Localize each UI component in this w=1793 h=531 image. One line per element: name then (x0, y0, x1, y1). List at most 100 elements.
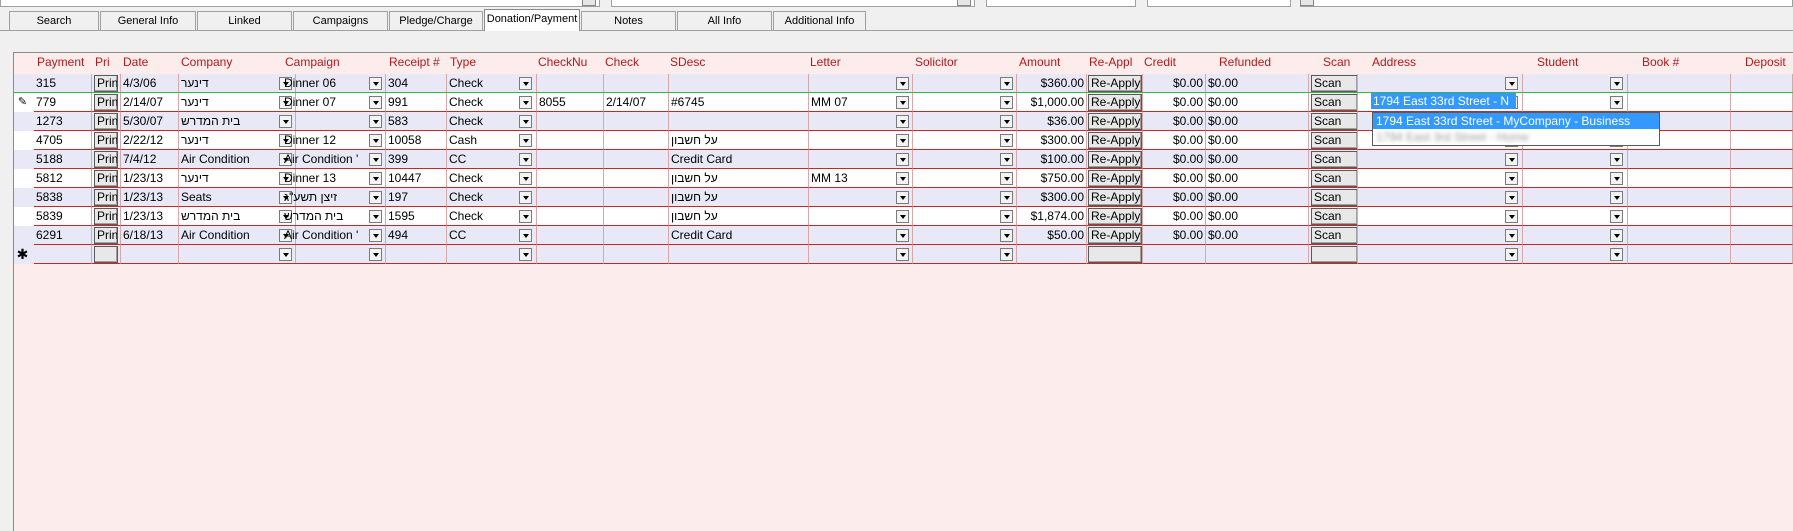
type-dropdown-icon[interactable] (519, 248, 532, 261)
cell-letter[interactable] (809, 207, 913, 226)
cell-campaign[interactable]: Dinner 12 (282, 131, 386, 150)
cell-solicitor[interactable] (913, 131, 1017, 150)
table-row[interactable]: 315 Prin 4/3/06 דינער Dinner 06 304 Chec… (14, 74, 1793, 93)
cell-campaign[interactable] (282, 112, 386, 131)
cell-receipt[interactable]: 583 (386, 112, 447, 131)
col-header-receipt[interactable]: Receipt # (389, 55, 449, 69)
cell-check[interactable] (604, 112, 669, 131)
cell-sdesc[interactable]: על חשבון (669, 188, 809, 207)
cell-letter[interactable] (809, 188, 913, 207)
cell-solicitor[interactable] (913, 74, 1017, 93)
cell-check[interactable]: 2/14/07 (604, 93, 669, 112)
type-dropdown-icon[interactable] (519, 191, 532, 204)
cell-payment[interactable]: 6291 (34, 226, 92, 245)
student-dropdown-icon[interactable] (1610, 172, 1623, 185)
campaign-dropdown-icon[interactable] (369, 210, 382, 223)
col-header-campaign[interactable]: Campaign (285, 55, 385, 69)
letter-dropdown-icon[interactable] (896, 115, 909, 128)
cell-credit[interactable]: $0.00 (1143, 93, 1206, 112)
cell-amount[interactable]: $1,000.00 (1017, 93, 1087, 112)
cell-checknum[interactable] (537, 207, 604, 226)
cell-campaign[interactable] (282, 245, 386, 264)
cell-campaign[interactable]: Dinner 07 (282, 93, 386, 112)
cell-payment[interactable]: 5838 (34, 188, 92, 207)
cell-date[interactable]: 2/22/12 (121, 131, 179, 150)
cell-receipt[interactable]: 1595 (386, 207, 447, 226)
cell-company[interactable]: בית המדרש (179, 207, 296, 226)
new-record-row[interactable]: ✱ (14, 245, 1793, 264)
scan-button[interactable]: Scan (1311, 94, 1357, 111)
cell-sdesc[interactable] (669, 245, 809, 264)
cell-student[interactable] (1523, 150, 1628, 169)
table-row[interactable]: 5838 Prin 1/23/13 Seats זיצן תשע"ג 197 C… (14, 188, 1793, 207)
campaign-dropdown-icon[interactable] (369, 191, 382, 204)
table-row[interactable]: 5839 Prin 1/23/13 בית המדרש בית המדרש 15… (14, 207, 1793, 226)
cell-receipt[interactable]: 10058 (386, 131, 447, 150)
cell-receipt[interactable]: 399 (386, 150, 447, 169)
print-button[interactable]: Prin (94, 132, 118, 149)
cell-solicitor[interactable] (913, 188, 1017, 207)
col-header-reapply[interactable]: Re-Appl (1089, 55, 1137, 69)
student-dropdown-icon[interactable] (1610, 248, 1623, 261)
cell-refunded[interactable]: $0.00 (1206, 207, 1309, 226)
type-dropdown-icon[interactable] (519, 229, 532, 242)
cell-credit[interactable]: $0.00 (1143, 131, 1206, 150)
type-dropdown-icon[interactable] (519, 134, 532, 147)
letter-dropdown-icon[interactable] (896, 191, 909, 204)
scan-button[interactable]: Scan (1311, 113, 1357, 130)
print-button[interactable]: Prin (94, 208, 118, 225)
print-button[interactable] (94, 246, 118, 263)
cell-type[interactable]: Cash (447, 131, 537, 150)
address-dropdown-list[interactable]: 1794 East 33rd Street - MyCompany - Busi… (1372, 112, 1660, 146)
cell-check[interactable] (604, 131, 669, 150)
address-option[interactable]: 1794 East 3rd Street - Home (1373, 129, 1659, 145)
print-button[interactable]: Prin (94, 75, 118, 92)
cell-type[interactable]: Check (447, 112, 537, 131)
cell-campaign[interactable]: Air Condition ' (282, 226, 386, 245)
cell-receipt[interactable]: 197 (386, 188, 447, 207)
cell-deposit[interactable] (1731, 93, 1793, 112)
cell-checknum[interactable] (537, 131, 604, 150)
address-dropdown-icon[interactable] (1505, 229, 1518, 242)
cell-payment[interactable]: 4705 (34, 131, 92, 150)
cell-credit[interactable]: $0.00 (1143, 112, 1206, 131)
campaign-dropdown-icon[interactable] (369, 96, 382, 109)
cell-credit[interactable] (1143, 245, 1206, 264)
cell-deposit[interactable] (1731, 245, 1793, 264)
cell-checknum[interactable] (537, 245, 604, 264)
cell-credit[interactable]: $0.00 (1143, 150, 1206, 169)
cell-sdesc[interactable]: Credit Card (669, 226, 809, 245)
cell-date[interactable]: 1/23/13 (121, 188, 179, 207)
cell-credit[interactable]: $0.00 (1143, 207, 1206, 226)
cell-payment[interactable]: 5188 (34, 150, 92, 169)
cell-amount[interactable]: $360.00 (1017, 74, 1087, 93)
cell-company[interactable]: בית המדרש (179, 112, 296, 131)
cell-campaign[interactable]: Dinner 06 (282, 74, 386, 93)
cell-credit[interactable]: $0.00 (1143, 169, 1206, 188)
reapply-button[interactable]: Re-Apply (1088, 75, 1142, 92)
col-header-scan[interactable]: Scan (1323, 55, 1368, 69)
address-dropdown-icon[interactable] (1505, 191, 1518, 204)
scan-button[interactable]: Scan (1311, 170, 1357, 187)
cell-refunded[interactable]: $0.00 (1206, 112, 1309, 131)
cell-letter[interactable] (809, 245, 913, 264)
cell-date[interactable]: 7/4/12 (121, 150, 179, 169)
cell-sdesc[interactable] (669, 112, 809, 131)
cell-book[interactable] (1628, 93, 1731, 112)
cell-date[interactable]: 1/23/13 (121, 207, 179, 226)
col-header-address[interactable]: Address (1372, 55, 1522, 69)
cell-letter[interactable]: MM 13 (809, 169, 913, 188)
top-field-5[interactable] (1300, 0, 1793, 7)
tab-donation-payment[interactable]: Donation/Payment (484, 9, 580, 31)
print-button[interactable]: Prin (94, 113, 118, 130)
cell-book[interactable] (1628, 150, 1731, 169)
print-button[interactable]: Prin (94, 151, 118, 168)
col-header-student[interactable]: Student (1537, 55, 1637, 69)
cell-address[interactable] (1358, 169, 1523, 188)
cell-letter[interactable] (809, 226, 913, 245)
cell-type[interactable]: CC (447, 150, 537, 169)
solicitor-dropdown-icon[interactable] (1000, 210, 1013, 223)
cell-check[interactable] (604, 74, 669, 93)
student-dropdown-icon[interactable] (1610, 210, 1623, 223)
cell-check[interactable] (604, 188, 669, 207)
